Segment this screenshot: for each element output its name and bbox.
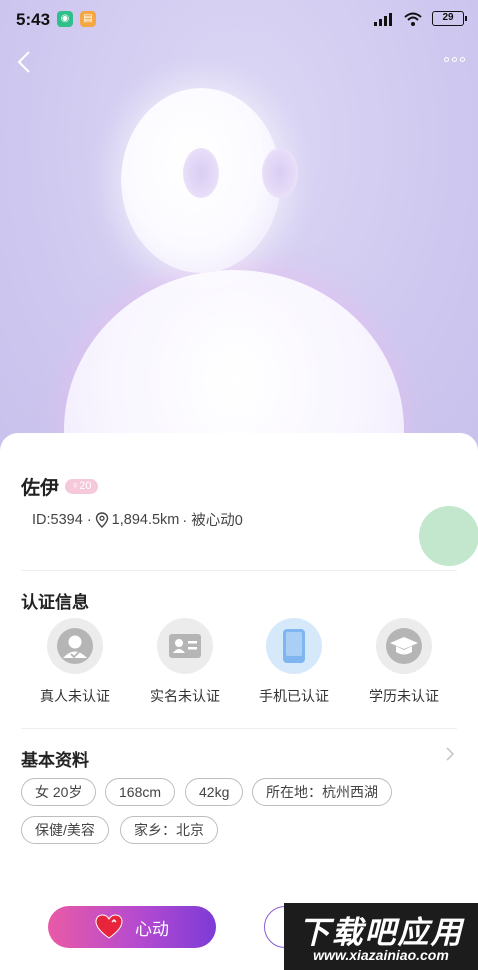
gender-age-badge: ♀20 — [65, 479, 98, 494]
avatar-head-shape — [121, 88, 298, 273]
profile-liked-count: · 被心动0 — [182, 513, 243, 529]
more-dot-icon — [460, 56, 465, 62]
cert-item-phone[interactable]: 手机已认证 — [239, 618, 349, 706]
certification-title: 认证信息 — [21, 593, 89, 612]
chevron-left-icon — [17, 51, 30, 73]
divider — [21, 728, 457, 729]
signal-icon — [374, 12, 392, 26]
battery-icon: 29 — [432, 11, 467, 26]
cert-circle — [376, 618, 432, 674]
heart-icon — [95, 914, 123, 939]
info-tag-occupation: 保健/美容 — [21, 816, 109, 844]
like-button[interactable]: 心动 — [48, 906, 216, 948]
note-app-icon: ▤ — [80, 11, 96, 27]
avatar-left-eye — [183, 148, 219, 198]
watermark-overlay: 下载吧应用 www.xiazainiao.com — [284, 903, 478, 970]
phone-icon — [283, 629, 305, 663]
info-tag-weight: 42kg — [185, 778, 244, 806]
status-time: 5:43 — [16, 10, 51, 29]
status-bar: 5:43 ◉ ▤ 29 — [0, 0, 478, 38]
info-tag-location: 所在地：杭州西湖 — [252, 778, 392, 806]
info-tag-hometown: 家乡：北京 — [120, 816, 218, 844]
watermark-url: www.xiazainiao.com — [313, 947, 449, 963]
like-button-label: 心动 — [135, 919, 169, 939]
cert-circle — [47, 618, 103, 674]
person-icon — [57, 628, 93, 664]
profile-hero-image[interactable] — [0, 0, 478, 470]
cert-circle — [157, 618, 213, 674]
graduation-cap-icon — [386, 628, 422, 664]
more-dot-icon — [444, 56, 449, 62]
avatar-right-eye — [262, 148, 298, 198]
name-row: 佐伊 ♀20 — [21, 473, 98, 500]
location-pin-icon — [95, 511, 108, 528]
back-button[interactable] — [12, 48, 40, 76]
basic-info-title: 基本资料 — [21, 751, 89, 770]
cert-item-real-name[interactable]: 实名未认证 — [130, 618, 240, 706]
divider — [21, 570, 457, 571]
id-card-icon — [169, 634, 201, 658]
cert-label: 真人未认证 — [40, 688, 110, 704]
info-tag-gender-age: 女 20岁 — [21, 778, 97, 806]
chevron-right-icon[interactable] — [444, 746, 456, 762]
more-dot-icon — [452, 56, 457, 62]
profile-id: ID:5394 · — [32, 511, 92, 528]
cert-circle — [266, 618, 322, 674]
cert-label: 手机已认证 — [259, 688, 329, 704]
wifi-icon — [404, 12, 422, 26]
profile-distance: 1,894.5km — [111, 511, 180, 528]
floating-assist-ball[interactable] — [419, 506, 478, 566]
profile-name: 佐伊 — [21, 478, 60, 499]
cert-label: 学历未认证 — [369, 688, 439, 704]
watermark-title: 下载吧应用 — [298, 915, 464, 950]
more-options-button[interactable] — [444, 52, 466, 66]
profile-card: 佐伊 ♀20 ID:5394 · 1,894.5km · 被心动0 认证信息 真… — [0, 433, 478, 970]
cert-item-education[interactable]: 学历未认证 — [349, 618, 459, 706]
cert-item-real-person[interactable]: 真人未认证 — [20, 618, 130, 706]
shield-app-icon: ◉ — [57, 11, 73, 27]
profile-meta: ID:5394 · 1,894.5km · 被心动0 — [32, 509, 243, 530]
info-tag-height: 168cm — [105, 778, 176, 806]
cert-label: 实名未认证 — [150, 688, 220, 704]
